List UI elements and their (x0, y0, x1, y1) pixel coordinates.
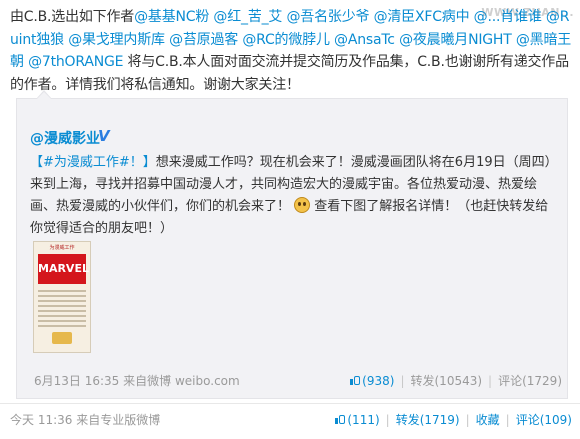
quoted-like-button[interactable]: (938) (349, 374, 394, 388)
quoted-author-link[interactable]: @漫威影业 (30, 128, 100, 148)
post-source-link[interactable]: 专业版微博 (100, 413, 160, 427)
mention-link[interactable]: 肖谁谁 (500, 9, 542, 25)
mention-link[interactable]: @基基NC粉 (134, 9, 209, 25)
quoted-actions: (938) | 转发(10543) | 评论(1729) (349, 372, 562, 389)
poster-thumbnail[interactable]: 为漫威工作 MARVEL (33, 241, 91, 353)
mention-link[interactable]: @... (474, 9, 501, 25)
mention-link[interactable]: @AnsaTc (334, 32, 395, 48)
mention-link[interactable]: @吾名张少爷 (287, 9, 370, 25)
quoted-comment-link[interactable]: 评论(1729) (498, 374, 562, 388)
post-from-label: 来自 (76, 413, 101, 427)
post-intro: 由C.B.选出如下作者 (10, 9, 135, 25)
post-actions: (111) | 转发(1719) | 收藏 | 评论(109) (334, 411, 572, 428)
mention-link[interactable]: @夜晨曦月NIGHT (399, 32, 512, 48)
post-meta: 今天 11:36 来自专业版微博 (10, 411, 160, 428)
quoted-like-count: (938) (362, 374, 395, 388)
mention-link[interactable]: @苔原過客 (169, 32, 238, 48)
quoted-text: 【#为漫威工作#！】想来漫威工作吗？现在机会来了！漫威漫画团队将在6月19日（周… (30, 152, 558, 240)
comment-link[interactable]: 评论(109) (516, 413, 572, 427)
poster-header: 为漫威工作 (49, 245, 75, 251)
quoted-from-label: 来自 (123, 374, 148, 388)
emoji-face-icon (294, 197, 311, 213)
post-time-link[interactable]: 今天 11:36 (10, 413, 72, 427)
verified-badge-icon: V (98, 127, 110, 145)
thumbs-up-icon (349, 375, 361, 386)
favorite-link[interactable]: 收藏 (476, 413, 500, 427)
mention-link[interactable]: @7thORANGE (28, 54, 123, 70)
hashtag-link[interactable]: 【#为漫威工作#！】 (30, 155, 156, 170)
footer-divider (0, 403, 580, 404)
quoted-repost-link[interactable]: 转发(10543) (411, 374, 483, 388)
quote-arrow-inner (37, 92, 51, 99)
mention-link[interactable]: @果戈理内斯库 (68, 32, 165, 48)
poster-badge (52, 332, 72, 344)
thumbs-up-icon (334, 414, 346, 425)
mention-link[interactable]: @清臣XFC病中 (374, 9, 470, 25)
quoted-time-link[interactable]: 6月13日 16:35 (34, 374, 119, 388)
post-text: 由C.B.选出如下作者@基基NC粉 @红_苦_艾 @吾名张少爷 @清臣XFC病中… (10, 6, 574, 96)
repost-link[interactable]: 转发(1719) (396, 413, 460, 427)
quoted-meta: 6月13日 16:35 来自微博 weibo.com (34, 372, 240, 389)
like-button[interactable]: (111) (334, 413, 380, 427)
marvel-logo: MARVEL (38, 254, 89, 284)
mention-link[interactable]: @红_苦_艾 (213, 9, 282, 25)
quoted-source-link[interactable]: 微博 weibo.com (147, 374, 240, 388)
like-count: (111) (347, 413, 380, 427)
mention-link[interactable]: @RC的微脖儿 (242, 32, 330, 48)
poster-text-lines (38, 290, 86, 327)
